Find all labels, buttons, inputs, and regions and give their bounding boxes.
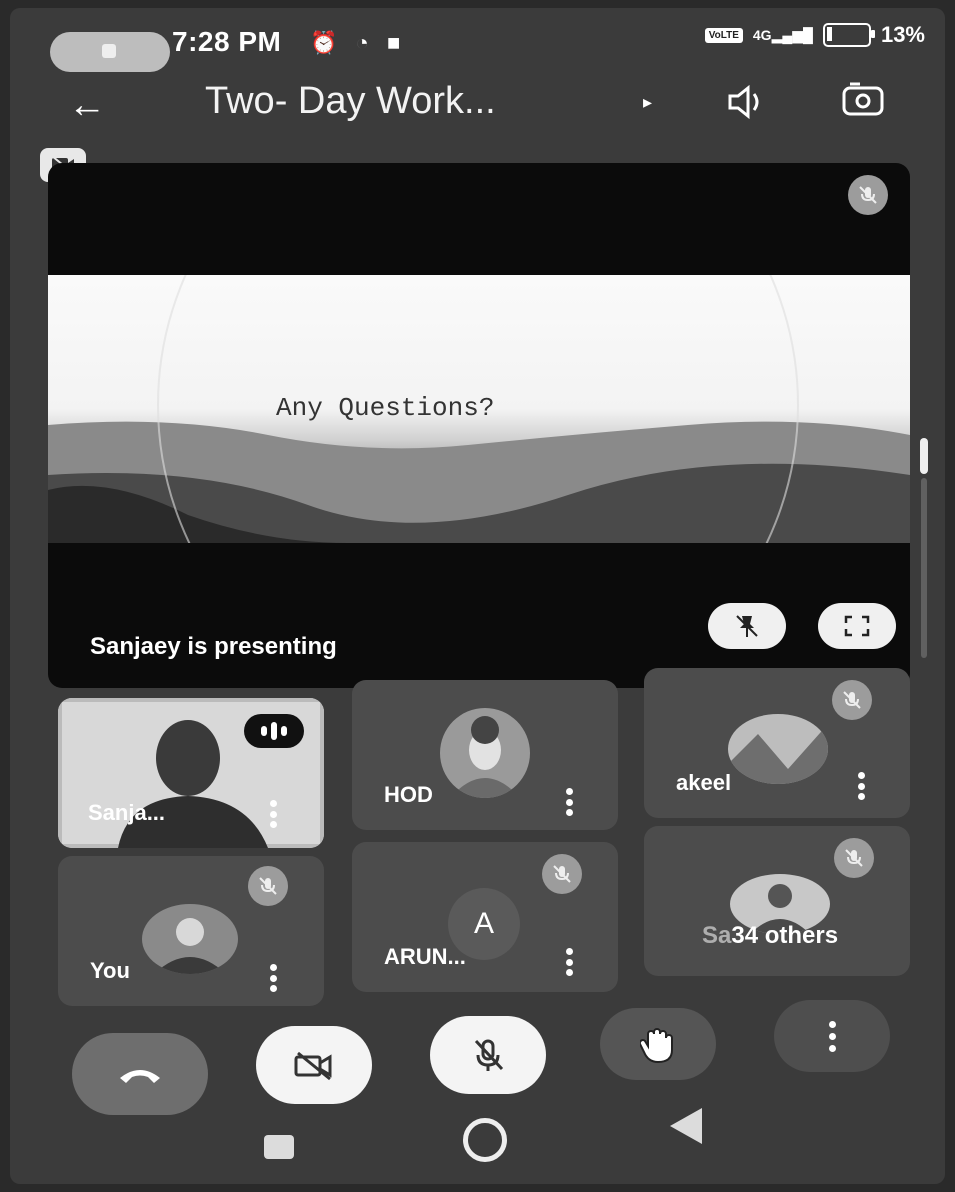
- phone-screen: 7:28 PM ⏰ ◔ ■ VoLTE 4G▂▄▆█ 13% ← Two- Da…: [10, 8, 945, 1184]
- more-options-icon[interactable]: [268, 964, 278, 992]
- presenter-muted-icon: [848, 175, 888, 215]
- participant-name: Sanja...: [88, 800, 166, 825]
- call-indicator-pill[interactable]: [50, 32, 170, 72]
- shared-slide: Any Questions?: [48, 275, 910, 543]
- status-icons: ⏰ ◔ ■: [310, 30, 412, 56]
- presentation-view[interactable]: Any Questions? Sanjaey is presenting: [48, 163, 910, 688]
- fullscreen-button[interactable]: [818, 603, 896, 649]
- others-partial-name: Sa: [702, 922, 732, 949]
- meeting-title[interactable]: Two- Day Work...: [205, 80, 496, 123]
- alarm-icon: ⏰: [310, 30, 338, 55]
- more-actions-button[interactable]: [774, 1000, 890, 1072]
- status-time: 7:28 PM: [172, 26, 282, 57]
- scrollbar[interactable]: [920, 438, 928, 658]
- notification-icon: ■: [386, 30, 401, 55]
- more-options-icon[interactable]: [268, 800, 278, 828]
- recent-apps-button[interactable]: [264, 1135, 294, 1159]
- muted-icon: [248, 866, 288, 906]
- speaking-indicator-icon: [244, 714, 304, 748]
- muted-icon: [542, 854, 582, 894]
- network-type: 4G: [752, 27, 772, 43]
- mic-dot-icon: [102, 44, 116, 58]
- others-count-label: Sa34 others: [702, 922, 838, 950]
- more-options-icon[interactable]: [564, 948, 574, 976]
- participant-tile[interactable]: Sanja...: [58, 698, 324, 848]
- unpin-button[interactable]: [708, 603, 786, 649]
- back-arrow-icon[interactable]: ←: [68, 84, 106, 127]
- battery-level: 13%: [880, 22, 925, 47]
- participant-name: You: [90, 958, 130, 983]
- unpin-icon: [736, 615, 758, 637]
- whatsapp-icon: ◔: [355, 30, 369, 55]
- toggle-mic-button[interactable]: [430, 1016, 546, 1094]
- back-nav-button[interactable]: [670, 1108, 702, 1144]
- participant-tile[interactable]: You: [58, 856, 324, 1006]
- participant-tile[interactable]: akeel: [644, 668, 910, 818]
- mic-off-icon: [474, 1039, 504, 1071]
- participant-avatar: [142, 904, 238, 974]
- muted-icon: [834, 838, 874, 878]
- network-label: 4G▂▄▆█: [752, 27, 813, 43]
- participant-name: akeel: [676, 770, 732, 795]
- expand-caret-icon[interactable]: ▸: [643, 92, 652, 113]
- participant-tile[interactable]: HOD: [352, 680, 618, 830]
- participant-name: HOD: [384, 782, 433, 807]
- video-off-icon: [294, 1051, 332, 1081]
- fullscreen-icon: [844, 615, 870, 637]
- more-options-icon[interactable]: [856, 772, 866, 800]
- battery-icon: [822, 23, 875, 47]
- switch-camera-icon[interactable]: [838, 80, 888, 120]
- presenting-label: Sanjaey is presenting: [90, 633, 337, 660]
- participant-avatar: [728, 714, 828, 784]
- call-header: ← Two- Day Work... ▸: [10, 74, 945, 144]
- raise-hand-button[interactable]: [600, 1008, 716, 1080]
- more-options-icon[interactable]: [564, 788, 574, 816]
- muted-icon: [832, 680, 872, 720]
- participant-name: ARUN...: [384, 944, 466, 969]
- more-vertical-icon: [828, 1020, 836, 1052]
- others-count: 34 others: [731, 922, 839, 949]
- status-right: VoLTE 4G▂▄▆█ 13%: [704, 22, 925, 48]
- participant-tile[interactable]: A ARUN...: [352, 842, 618, 992]
- home-button[interactable]: [463, 1118, 507, 1162]
- hand-icon: [640, 1028, 673, 1064]
- toggle-video-button[interactable]: [256, 1026, 372, 1104]
- slide-title: Any Questions?: [276, 393, 495, 423]
- volte-badge: VoLTE: [704, 27, 743, 43]
- speaker-icon[interactable]: [726, 84, 766, 120]
- status-bar: 7:28 PM ⏰ ◔ ■ VoLTE 4G▂▄▆█ 13%: [10, 8, 945, 72]
- others-tile[interactable]: Sa34 others: [644, 826, 910, 976]
- end-call-button[interactable]: [72, 1033, 208, 1115]
- phone-hangup-icon: [120, 1070, 160, 1083]
- participant-avatar: [440, 708, 530, 798]
